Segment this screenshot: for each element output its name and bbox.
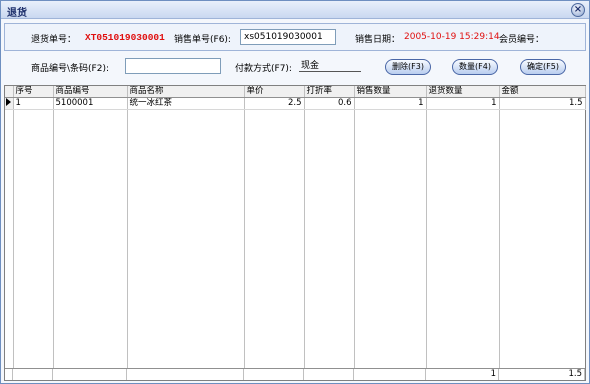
col-sold-qty[interactable]: 销售数量 bbox=[354, 86, 427, 98]
cell-seq[interactable]: 1 bbox=[13, 97, 54, 110]
grid-line bbox=[244, 110, 245, 368]
footer-sold-qty bbox=[354, 369, 426, 380]
title-bar: 退货 × bbox=[1, 1, 589, 19]
filter-panel: 商品编号\条码(F2): 付款方式(F7): 现金 删除(F3) 数量(F4) … bbox=[4, 54, 586, 82]
col-return-qty[interactable]: 退货数量 bbox=[426, 86, 500, 98]
close-icon[interactable]: × bbox=[571, 3, 585, 17]
footer-return-qty-total: 1 bbox=[426, 369, 499, 380]
col-name[interactable]: 商品名称 bbox=[127, 86, 245, 98]
footer-amount-total: 1.5 bbox=[499, 369, 585, 380]
col-amount[interactable]: 金额 bbox=[499, 86, 586, 98]
cell-return-qty[interactable]: 1 bbox=[426, 97, 500, 110]
col-price[interactable]: 单价 bbox=[244, 86, 305, 98]
delete-button[interactable]: 删除(F3) bbox=[385, 59, 431, 75]
return-no-label: 退货单号： bbox=[31, 35, 77, 45]
grid-footer: 1 1.5 bbox=[5, 368, 585, 380]
header-indicator bbox=[5, 86, 14, 98]
member-no-label: 会员编号： bbox=[499, 35, 545, 45]
footer-name bbox=[127, 369, 244, 380]
footer-price bbox=[244, 369, 304, 380]
current-row-arrow-icon bbox=[6, 97, 11, 106]
cell-name[interactable]: 统一冰红茶 bbox=[127, 97, 245, 110]
return-no-value: XT051019030001 bbox=[85, 32, 165, 43]
footer-seq bbox=[13, 369, 53, 380]
grid-line bbox=[499, 110, 500, 368]
footer-indicator bbox=[5, 369, 13, 380]
grid-line bbox=[127, 110, 128, 368]
col-seq[interactable]: 序号 bbox=[13, 86, 54, 98]
payment-label: 付款方式(F7): bbox=[235, 64, 292, 74]
cell-code[interactable]: 5100001 bbox=[53, 97, 128, 110]
grid-line bbox=[354, 110, 355, 368]
product-code-input[interactable] bbox=[125, 58, 221, 74]
grid-empty-area bbox=[5, 110, 585, 368]
footer-discount bbox=[304, 369, 354, 380]
return-window: 退货 × 退货单号： XT051019030001 销售单号(F6): xs05… bbox=[0, 0, 590, 384]
grid-line bbox=[13, 110, 14, 368]
footer-code bbox=[53, 369, 127, 380]
cell-price[interactable]: 2.5 bbox=[244, 97, 305, 110]
grid-table: 序号 商品编号 商品名称 单价 打折率 销售数量 退货数量 金额 1 51000… bbox=[5, 86, 586, 110]
col-code[interactable]: 商品编号 bbox=[53, 86, 128, 98]
cell-sold-qty[interactable]: 1 bbox=[354, 97, 427, 110]
sales-no-label: 销售单号(F6): bbox=[174, 35, 231, 45]
sales-date-label: 销售日期： bbox=[355, 35, 401, 45]
window-title: 退货 bbox=[7, 8, 27, 19]
table-row[interactable]: 1 5100001 统一冰红茶 2.5 0.6 1 1 1.5 bbox=[5, 97, 586, 110]
grid-line bbox=[426, 110, 427, 368]
row-indicator bbox=[5, 97, 14, 110]
cell-amount[interactable]: 1.5 bbox=[499, 97, 586, 110]
grid-line bbox=[304, 110, 305, 368]
cell-discount[interactable]: 0.6 bbox=[304, 97, 355, 110]
quantity-button[interactable]: 数量(F4) bbox=[452, 59, 498, 75]
col-discount[interactable]: 打折率 bbox=[304, 86, 355, 98]
payment-select[interactable]: 现金 bbox=[299, 58, 361, 72]
return-items-grid[interactable]: 序号 商品编号 商品名称 单价 打折率 销售数量 退货数量 金额 1 51000… bbox=[4, 85, 586, 381]
product-code-label: 商品编号\条码(F2): bbox=[31, 64, 109, 74]
header-panel: 退货单号： XT051019030001 销售单号(F6): xs0510190… bbox=[4, 23, 586, 51]
grid-header-row: 序号 商品编号 商品名称 单价 打折率 销售数量 退货数量 金额 bbox=[5, 86, 586, 98]
sales-date-value: 2005-10-19 15:29:14 bbox=[404, 32, 500, 42]
grid-line bbox=[53, 110, 54, 368]
sales-no-input[interactable]: xs051019030001 bbox=[240, 29, 336, 45]
confirm-button[interactable]: 确定(F5) bbox=[520, 59, 566, 75]
